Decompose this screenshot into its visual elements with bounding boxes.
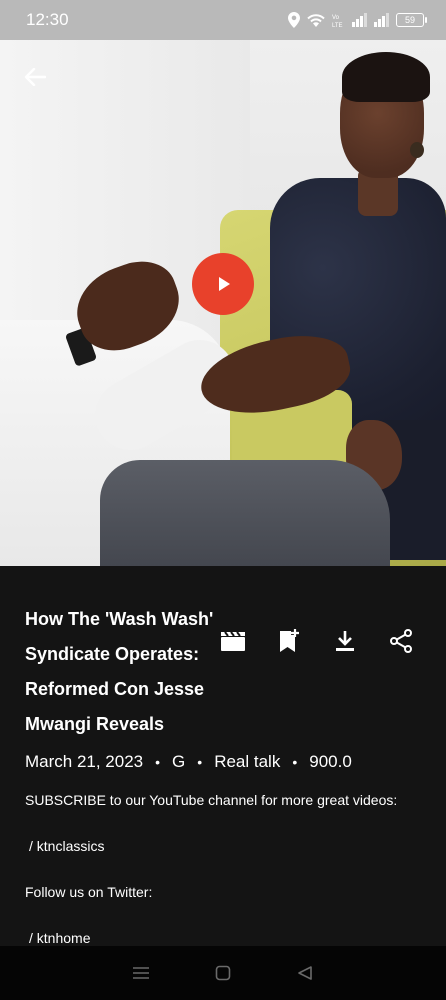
description-line: / ktnclassics xyxy=(29,838,105,854)
meta-separator: • xyxy=(155,754,161,770)
bookmark-add-icon xyxy=(280,629,299,652)
action-bar xyxy=(205,621,429,661)
back-nav-button[interactable] xyxy=(290,958,320,988)
recents-button[interactable] xyxy=(126,958,156,988)
meta-category: Real talk xyxy=(214,752,281,771)
battery-level: 59 xyxy=(404,15,415,25)
meta-date: March 21, 2023 xyxy=(25,752,144,771)
status-bar: 12:30 Vo LTE 59 xyxy=(0,0,446,40)
wifi-icon xyxy=(307,14,325,27)
meta-rating: G xyxy=(172,752,186,771)
menu-icon xyxy=(133,967,149,979)
signal-1-icon xyxy=(352,13,367,27)
video-player[interactable] xyxy=(0,40,446,566)
description-line: SUBSCRIBE to our YouTube channel for mor… xyxy=(25,792,398,808)
status-time: 12:30 xyxy=(26,10,69,29)
system-nav-bar xyxy=(0,946,446,1000)
play-icon xyxy=(219,277,230,291)
trailer-button[interactable] xyxy=(205,621,261,661)
video-meta: March 21, 2023 • G • Real talk • 900.0 xyxy=(25,752,352,772)
screen: 12:30 Vo LTE 59 How The 'Wash Wash' Synd… xyxy=(0,0,446,1000)
video-title: How The 'Wash Wash' Syndicate Operates: … xyxy=(25,609,214,734)
play-button[interactable] xyxy=(192,253,254,315)
video-details: How The 'Wash Wash' Syndicate Operates: … xyxy=(0,566,446,946)
download-icon xyxy=(336,631,354,651)
description-line: Follow us on Twitter: xyxy=(25,884,153,900)
meta-separator: • xyxy=(292,754,298,770)
home-square-icon xyxy=(215,965,231,981)
description-line: / ktnhome xyxy=(29,930,91,946)
svg-text:Vo: Vo xyxy=(332,15,340,21)
download-button[interactable] xyxy=(317,621,373,661)
bookmark-button[interactable] xyxy=(261,621,317,661)
clapperboard-icon xyxy=(221,631,245,651)
battery-icon: 59 xyxy=(396,13,427,27)
back-button[interactable] xyxy=(20,62,50,92)
meta-value: 900.0 xyxy=(309,752,352,771)
volte-icon: Vo LTE xyxy=(332,15,343,28)
share-icon xyxy=(390,629,412,653)
share-button[interactable] xyxy=(373,621,429,661)
home-button[interactable] xyxy=(208,958,238,988)
svg-text:LTE: LTE xyxy=(332,23,343,28)
location-icon xyxy=(288,12,300,28)
arrow-left-icon xyxy=(24,68,46,86)
meta-separator: • xyxy=(197,754,203,770)
signal-2-icon xyxy=(374,13,389,27)
back-triangle-icon xyxy=(298,966,312,980)
status-icons: Vo LTE 59 xyxy=(288,12,427,28)
